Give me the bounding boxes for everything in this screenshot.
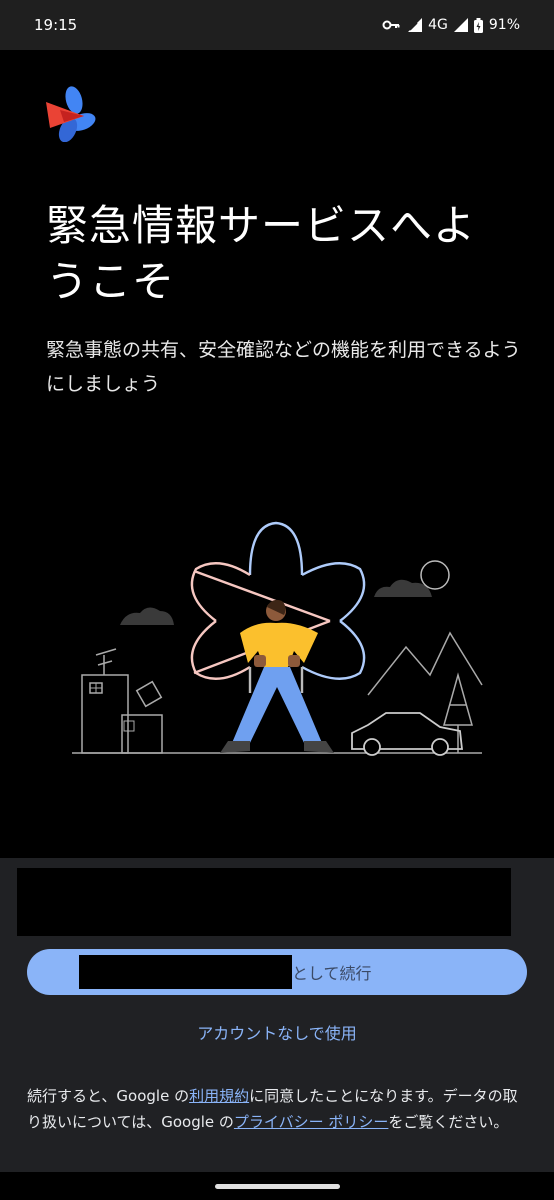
account-info-redacted	[17, 868, 511, 936]
status-bar: 19:15 4G 91%	[0, 0, 554, 50]
account-name-redacted	[79, 955, 292, 989]
vpn-key-icon	[382, 19, 400, 31]
continue-as-account-button[interactable]: として続行	[27, 949, 527, 995]
privacy-policy-link[interactable]: プライバシー ポリシー	[234, 1113, 388, 1131]
legal-text-1: 続行すると、Google の	[27, 1087, 190, 1105]
page-subtitle: 緊急事態の共有、安全確認などの機能を利用できるようにしましょう	[46, 339, 521, 395]
use-without-account-link[interactable]: アカウントなしで使用	[0, 1020, 554, 1044]
legal-text-3: をご覧ください。	[388, 1113, 509, 1131]
gesture-handle[interactable]	[215, 1184, 340, 1189]
battery-percent: 91%	[488, 17, 520, 33]
welcome-illustration	[68, 515, 488, 765]
emergency-info-logo	[44, 86, 96, 143]
battery-icon	[473, 17, 483, 33]
signal-icon	[453, 18, 468, 32]
continue-label: として続行	[292, 966, 372, 983]
wifi-icon	[406, 18, 423, 32]
status-icons: 4G 91%	[382, 17, 520, 33]
navigation-bar	[0, 1172, 554, 1200]
terms-of-service-link[interactable]: 利用規約	[189, 1087, 249, 1105]
network-type: 4G	[428, 17, 448, 33]
account-sheet: として続行 アカウントなしで使用 続行すると、Google の利用規約に同意した…	[0, 858, 554, 1172]
status-time: 19:15	[34, 16, 78, 34]
legal-notice: 続行すると、Google の利用規約に同意したことになります。データの取り扱いに…	[27, 1083, 527, 1135]
page-title: 緊急情報サービスへようこそ	[46, 201, 477, 307]
